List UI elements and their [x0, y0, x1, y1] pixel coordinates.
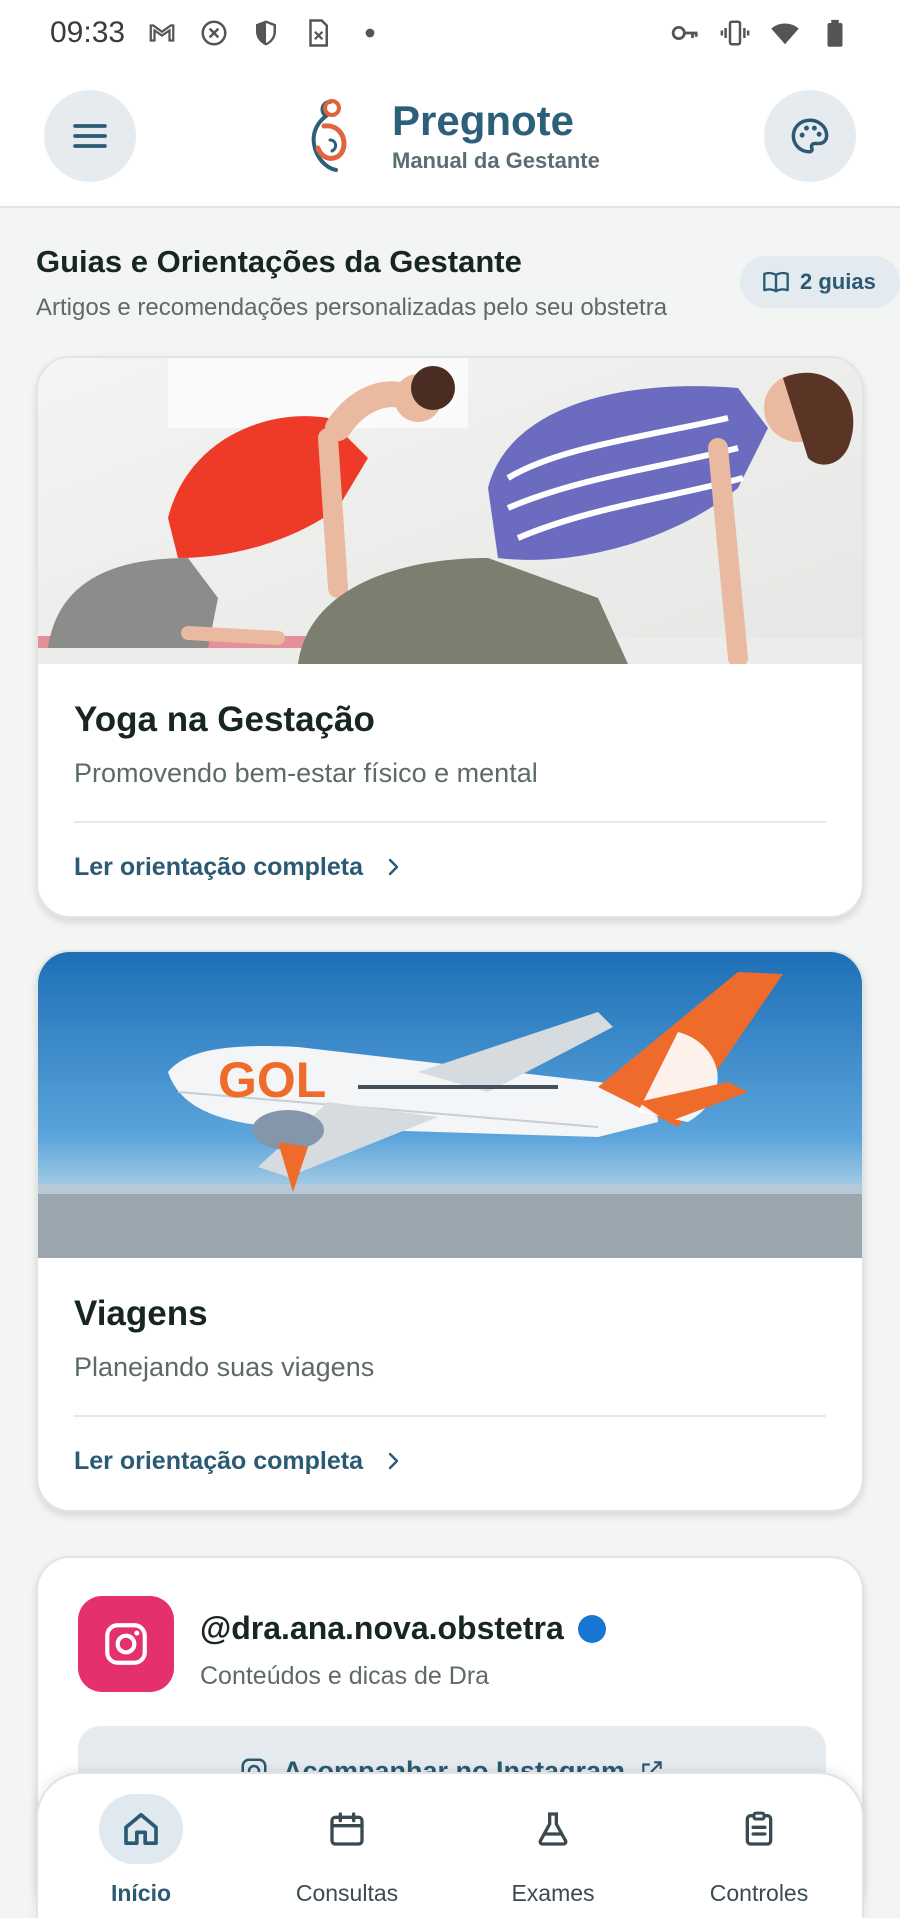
chevron-right-icon [388, 1452, 399, 1470]
nav-exames[interactable]: Exames [463, 1794, 643, 1918]
read-guide-label: Ler orientação completa [74, 852, 363, 881]
nav-controles[interactable]: Controles [669, 1794, 849, 1918]
guide-subtitle: Planejando suas viagens [74, 1352, 375, 1382]
file-x-icon [303, 18, 333, 48]
dot-icon [355, 18, 385, 48]
guide-card-viagens[interactable]: GOL Viagens Planejando suas viagens Ler … [36, 950, 864, 1512]
nav-label: Exames [511, 1880, 595, 1906]
nav-consultas[interactable]: Consultas [257, 1794, 437, 1918]
clipboard-icon [745, 1811, 773, 1846]
chevron-right-icon [388, 858, 399, 876]
key-icon [670, 18, 700, 48]
nav-label: Controles [709, 1880, 809, 1906]
flask-icon [538, 1812, 568, 1846]
instagram-description: Conteúdos e dicas de Dra [200, 1662, 490, 1690]
close-circle-icon [199, 18, 229, 48]
app-title: Pregnote [392, 97, 575, 144]
theme-palette-button[interactable] [764, 90, 856, 182]
verified-badge-icon [577, 1614, 606, 1643]
guide-subtitle: Promovendo bem-estar físico e mental [74, 758, 538, 788]
app-subtitle: Manual da Gestante [392, 148, 600, 173]
calendar-icon [330, 1812, 364, 1846]
hamburger-menu-icon [73, 124, 107, 148]
section-subtitle: Artigos e recomendações personalizadas p… [36, 294, 668, 321]
battery-icon [820, 18, 850, 48]
guides-count-label: 2 guias [800, 269, 876, 294]
svg-text:GOL: GOL [218, 1052, 326, 1108]
nav-inicio[interactable]: Início [51, 1794, 231, 1918]
yoga-image [38, 358, 862, 664]
vibrate-icon [720, 18, 750, 48]
app-bar: Pregnote Manual da Gestante [0, 66, 900, 208]
guide-card-yoga[interactable]: Yoga na Gestação Promovendo bem-estar fí… [36, 356, 864, 918]
open-book-icon [763, 271, 789, 293]
guides-count-badge: 2 guias [740, 256, 900, 308]
instagram-handle: @dra.ana.nova.obstetra [200, 1610, 606, 1647]
shield-icon [251, 18, 281, 48]
brand: Pregnote Manual da Gestante [300, 96, 600, 176]
read-guide-link[interactable]: Ler orientação completa [74, 1417, 826, 1505]
guide-title: Viagens [74, 1294, 208, 1333]
read-guide-link[interactable]: Ler orientação completa [74, 823, 826, 911]
palette-icon [791, 118, 829, 154]
guide-title: Yoga na Gestação [74, 700, 375, 739]
status-time: 09:33 [50, 16, 126, 49]
instagram-handle-text: @dra.ana.nova.obstetra [200, 1610, 564, 1646]
read-guide-label: Ler orientação completa [74, 1446, 363, 1475]
wifi-icon [770, 18, 800, 48]
menu-button[interactable] [44, 90, 136, 182]
status-bar: 09:33 [0, 0, 900, 66]
pregnant-woman-logo [311, 99, 347, 172]
instagram-icon [78, 1596, 174, 1692]
airplane-image: GOL [38, 952, 862, 1258]
bottom-navigation: Início Consultas Exames Controles [36, 1772, 864, 1918]
nav-label: Início [110, 1880, 172, 1906]
home-icon [124, 1813, 158, 1845]
gmail-icon [147, 18, 177, 48]
nav-label: Consultas [295, 1880, 399, 1906]
